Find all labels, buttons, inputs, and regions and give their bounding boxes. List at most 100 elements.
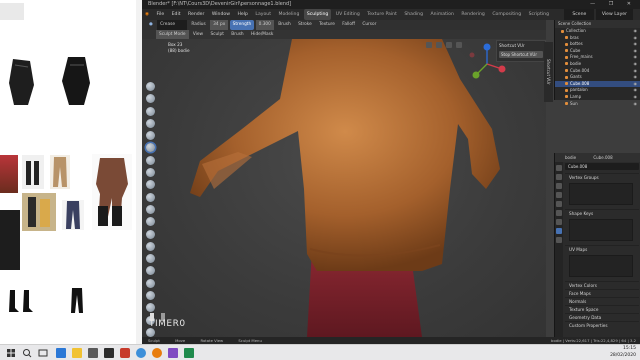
outliner-row[interactable]: bras ◉	[555, 35, 640, 42]
zoom-icon[interactable]	[445, 42, 452, 48]
visibility-eye-icon[interactable]: ◉	[634, 101, 638, 108]
reference-image-soldier[interactable]	[22, 193, 56, 231]
tool-flatten-icon[interactable]	[146, 192, 155, 202]
strength-value[interactable]: 0.300	[255, 20, 274, 30]
radius-value[interactable]: 34 px	[210, 20, 229, 30]
tool-fill-icon[interactable]	[146, 204, 155, 214]
section-normals[interactable]: Normals	[565, 297, 639, 305]
tool-nudge-icon[interactable]	[146, 278, 155, 288]
tool-clay-strips-icon[interactable]	[146, 118, 155, 128]
visibility-eye-icon[interactable]: ◉	[634, 41, 638, 48]
section-texture-space[interactable]: Texture Space	[565, 305, 639, 313]
tool-layer-icon[interactable]	[146, 131, 155, 141]
tab-uv-editing[interactable]: UV Editing	[333, 9, 363, 20]
menu-file[interactable]: File	[153, 9, 167, 20]
tool-tab-icon[interactable]	[556, 165, 562, 171]
tool-grab-icon[interactable]	[146, 241, 155, 251]
search-icon[interactable]	[22, 348, 32, 358]
menu-texture[interactable]: Texture	[316, 20, 338, 30]
uv-maps-list[interactable]	[569, 255, 633, 277]
visibility-eye-icon[interactable]: ◉	[634, 54, 638, 61]
section-geometry-data[interactable]: Geometry Data	[565, 313, 639, 321]
store-icon[interactable]	[88, 348, 98, 358]
mesh-name-field[interactable]: Cube.008	[565, 163, 639, 170]
reference-image-red-figure[interactable]	[0, 155, 18, 193]
menu-stroke[interactable]: Stroke	[295, 20, 315, 30]
tab-compositing[interactable]: Compositing	[489, 9, 524, 20]
tool-pinch-icon[interactable]	[146, 229, 155, 239]
reference-image-pants-tan[interactable]	[50, 155, 70, 189]
tool-scrape-icon[interactable]	[146, 217, 155, 227]
visibility-eye-icon[interactable]: ◉	[634, 81, 638, 88]
visibility-eye-icon[interactable]: ◉	[634, 94, 638, 101]
visibility-eye-icon[interactable]: ◉	[634, 48, 638, 55]
menu-edit[interactable]: Edit	[169, 9, 184, 20]
section-shape-keys[interactable]: Shape Keys	[565, 209, 639, 217]
outliner-row[interactable]: Cube ◉	[555, 48, 640, 55]
reference-image-riding-pants[interactable]	[92, 154, 132, 230]
app-icon-dark[interactable]	[104, 348, 114, 358]
tool-clay-icon[interactable]	[146, 106, 155, 116]
window-controls[interactable]: — ❐ ✕	[590, 0, 637, 9]
modifier-tab-icon[interactable]	[556, 219, 562, 225]
mode-dropdown[interactable]: Sculpt Mode	[156, 30, 189, 39]
visibility-eye-icon[interactable]: ◉	[634, 35, 638, 42]
tab-rendering[interactable]: Rendering	[458, 9, 487, 20]
tab-animation[interactable]: Animation	[427, 9, 456, 20]
strength-label[interactable]: Strength	[229, 20, 255, 30]
brush-icon[interactable]: ●	[146, 20, 156, 30]
reference-image-dark-costume[interactable]	[0, 210, 20, 270]
tool-inflate-icon[interactable]	[146, 155, 155, 165]
menu-brush-view[interactable]: Brush	[228, 30, 246, 39]
tab-scripting[interactable]: Scripting	[526, 9, 552, 20]
visibility-eye-icon[interactable]: ◉	[634, 87, 638, 94]
scene-field[interactable]: Scene	[564, 9, 595, 20]
scene-tab-icon[interactable]	[556, 192, 562, 198]
menu-view[interactable]: View	[190, 30, 206, 39]
tab-modeling[interactable]: Modeling	[275, 9, 302, 20]
menu-render[interactable]: Render	[185, 9, 207, 20]
sidebar-tab-shortcut[interactable]: Shortcut VUr	[544, 42, 553, 102]
menu-hide-mask[interactable]: Hide/Mask	[248, 30, 276, 39]
visibility-eye-icon[interactable]: ◉	[634, 28, 638, 35]
tool-crease-icon[interactable]	[146, 143, 155, 153]
tool-draw-sharp-icon[interactable]	[146, 94, 155, 104]
tab-shading[interactable]: Shading	[401, 9, 426, 20]
material-tab-icon[interactable]	[556, 237, 562, 243]
app-icon-purple[interactable]	[168, 348, 178, 358]
app-icon-red[interactable]	[120, 348, 130, 358]
outliner-row[interactable]: Free_mains ◉	[555, 54, 640, 61]
outliner-row[interactable]: pantalon ◉	[555, 87, 640, 94]
tool-draw-icon[interactable]	[146, 82, 155, 91]
app-icon-blue[interactable]	[136, 348, 146, 358]
outliner-row[interactable]: bodie ◉	[555, 61, 640, 68]
menu-help[interactable]: Help	[234, 9, 250, 20]
outliner-row[interactable]: Gants ◉	[555, 74, 640, 81]
section-custom-properties[interactable]: Custom Properties	[565, 321, 639, 329]
reference-image-leggings[interactable]	[62, 287, 92, 315]
mesh-data-tab-icon[interactable]	[556, 228, 562, 234]
section-vertex-groups[interactable]: Vertex Groups	[565, 173, 639, 181]
system-clock[interactable]: 15:15 28/02/2020	[610, 346, 636, 359]
menu-falloff[interactable]: Falloff	[339, 20, 358, 30]
tool-blob-icon[interactable]	[146, 168, 155, 178]
hand-pan-icon[interactable]	[435, 42, 442, 48]
outliner-row[interactable]: Cube.008 ◉	[555, 80, 640, 88]
tool-rotate-icon[interactable]	[146, 291, 155, 301]
outliner-row[interactable]: Sun ◉	[555, 101, 640, 108]
output-tab-icon[interactable]	[556, 183, 562, 189]
app-icon-green[interactable]	[184, 348, 194, 358]
section-face-maps[interactable]: Face Maps	[565, 289, 639, 297]
3d-viewport[interactable]: Box 23 (88) bodie TIMER0	[142, 39, 546, 337]
edge-browser-icon[interactable]	[56, 348, 66, 358]
blender-taskbar-icon[interactable]	[152, 348, 162, 358]
visibility-eye-icon[interactable]: ◉	[634, 74, 638, 81]
outliner-row[interactable]: bottes ◉	[555, 41, 640, 48]
visibility-eye-icon[interactable]: ◉	[634, 68, 638, 75]
tab-sculpting[interactable]: Sculpting	[303, 9, 332, 20]
tab-layout[interactable]: Layout	[252, 9, 274, 20]
outliner-row[interactable]: Lamp ◉	[555, 94, 640, 101]
menu-cursor[interactable]: Cursor	[359, 20, 379, 30]
menu-brush[interactable]: Brush	[275, 20, 293, 30]
stop-shortcut-button[interactable]: Stop Shortcut VUr	[499, 51, 543, 58]
